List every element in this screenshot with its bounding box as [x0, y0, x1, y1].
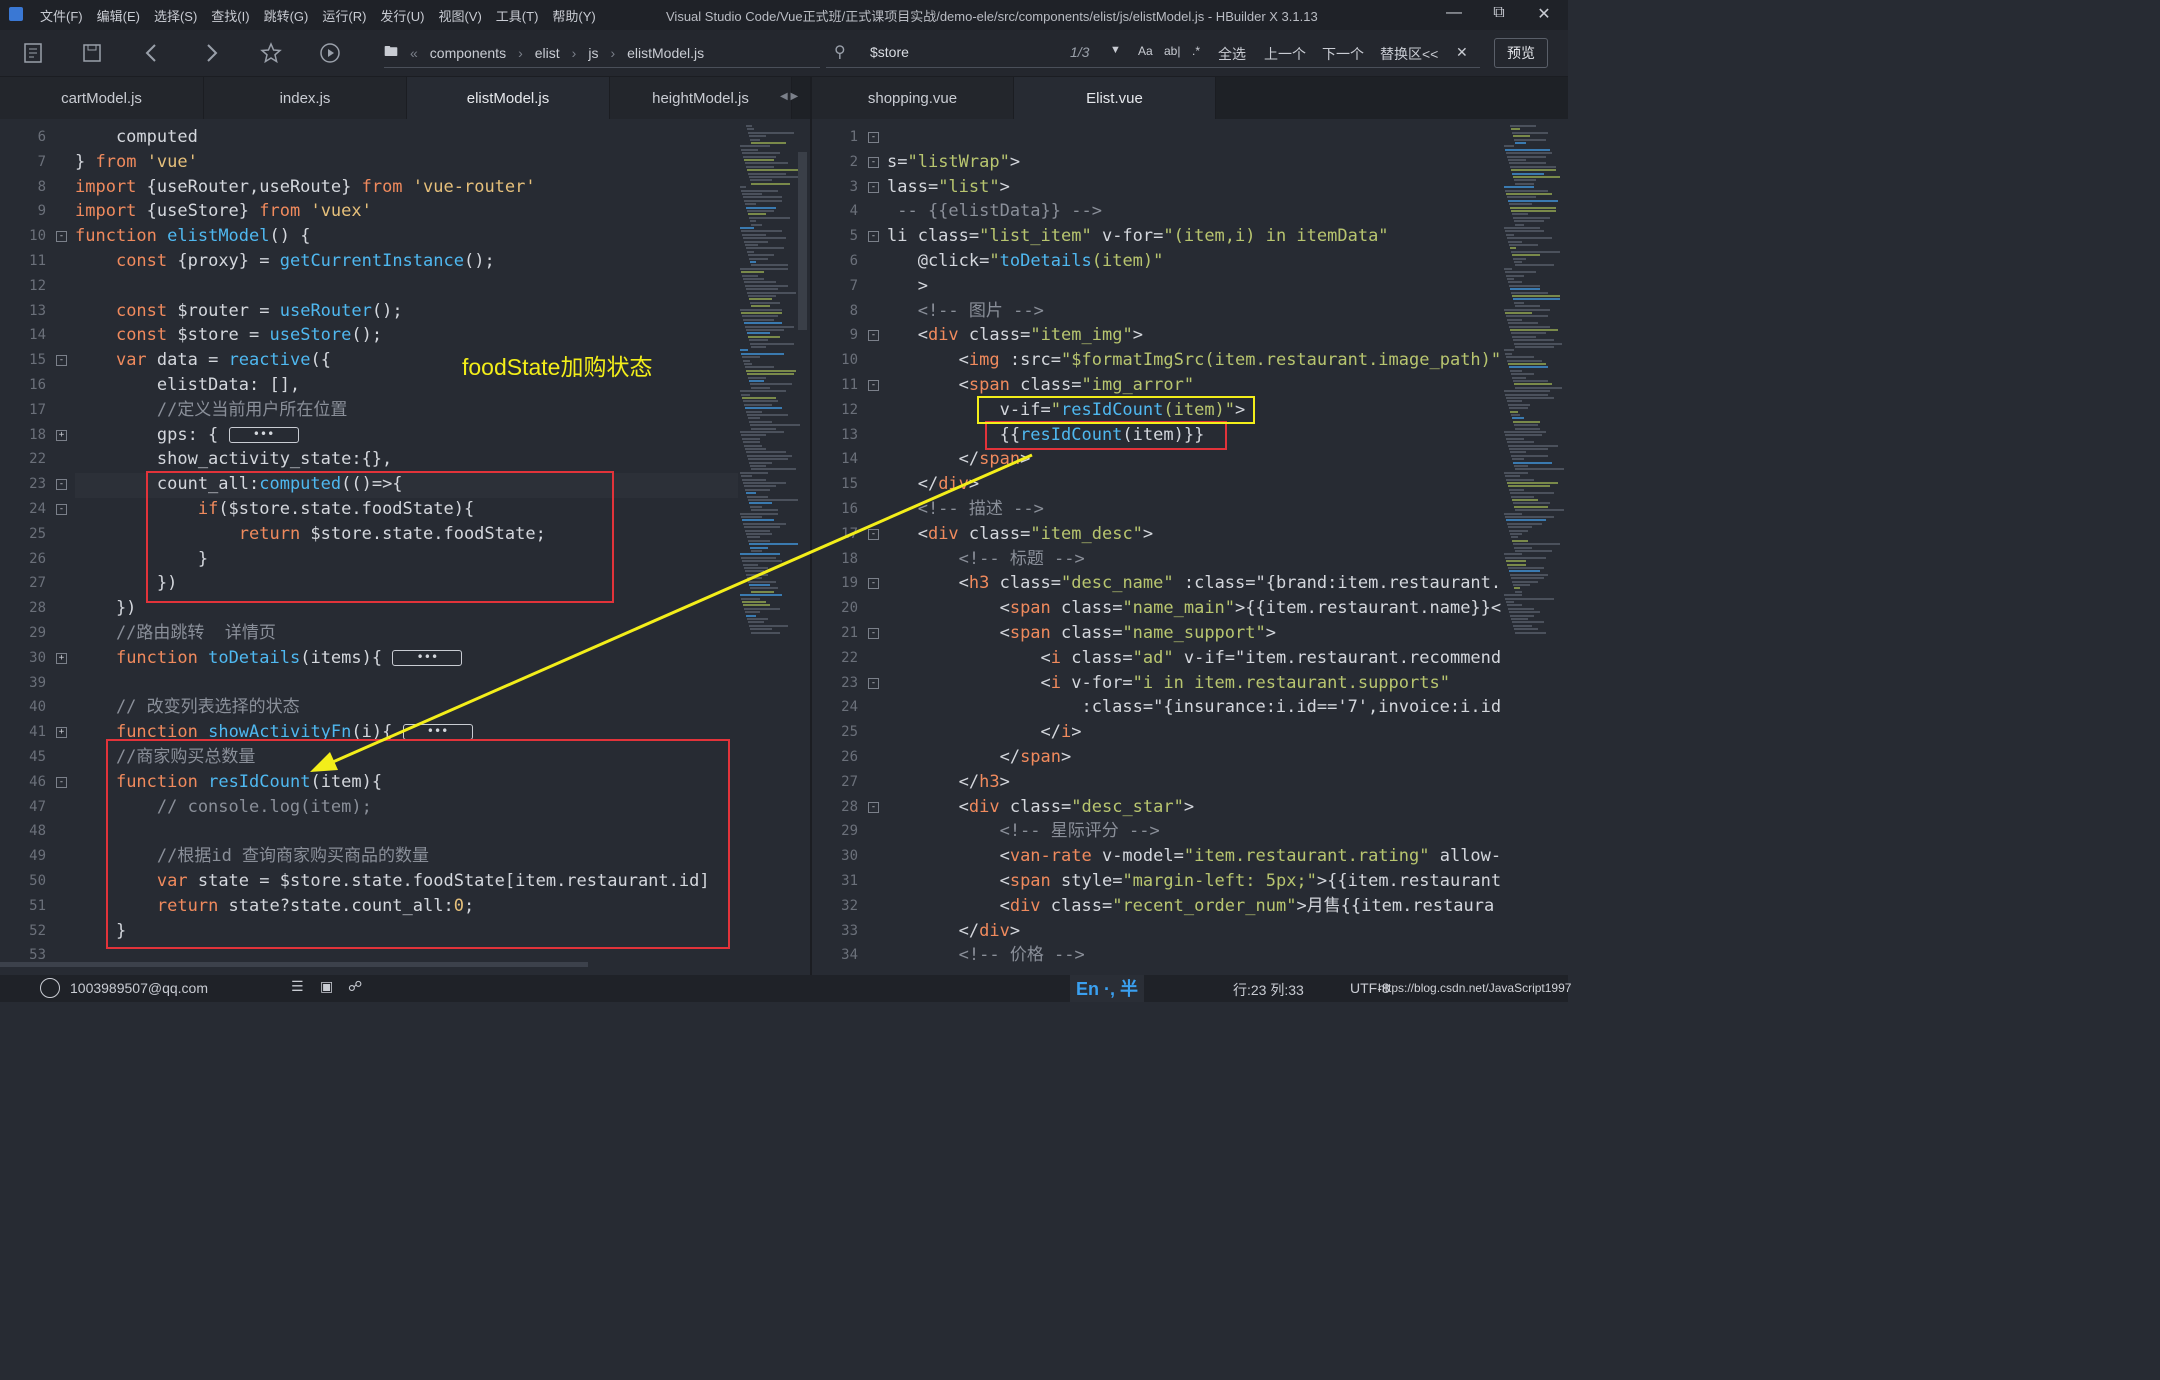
ime-indicator[interactable]: En ·, 半	[1070, 975, 1144, 1002]
user-account[interactable]: 1003989507@qq.com	[70, 980, 208, 996]
status-bar: 1003989507@qq.com ☰ ▣ ☍ En ·, 半 行:23 列:3…	[0, 975, 1572, 1002]
outline-icon[interactable]: ☰	[291, 978, 304, 995]
cursor-position[interactable]: 行:23 列:33	[1233, 980, 1304, 1000]
annotation-arrow	[310, 453, 1033, 772]
terminal-icon[interactable]: ▣	[320, 978, 333, 995]
watermark: https://blog.csdn.net/JavaScript1997	[1378, 981, 1572, 995]
user-avatar-icon[interactable]	[40, 978, 60, 998]
globe-icon[interactable]: ☍	[348, 978, 362, 995]
